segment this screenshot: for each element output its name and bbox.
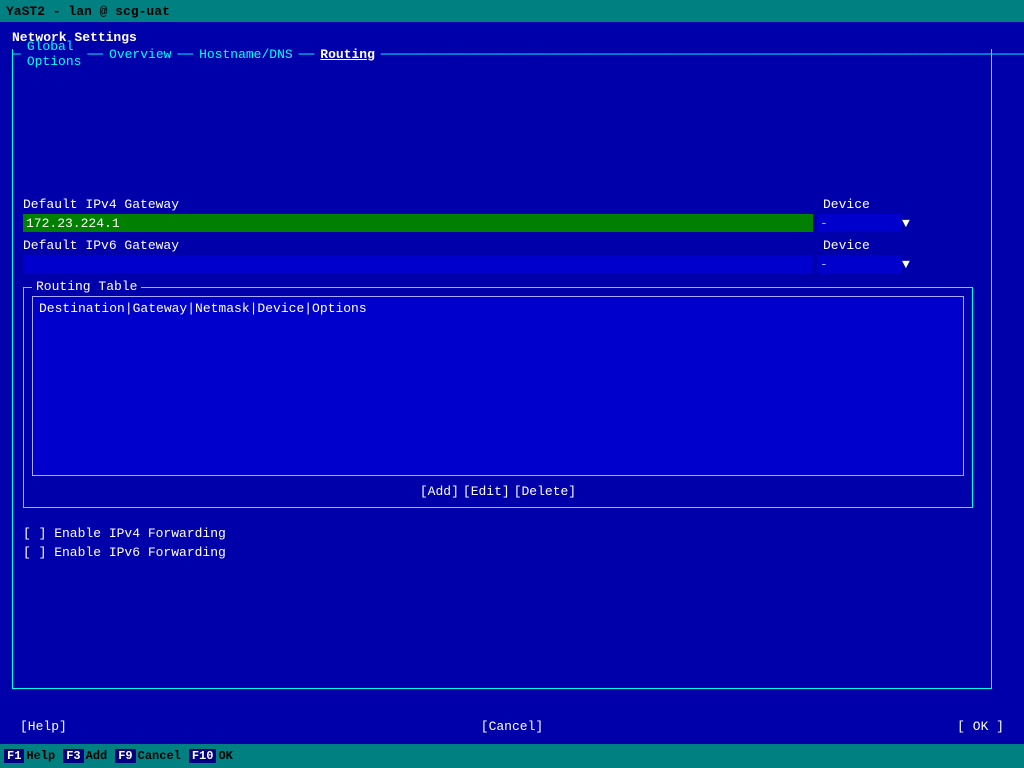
ipv6-device-label: Device bbox=[823, 238, 870, 253]
fkey-f3[interactable]: F3 Add bbox=[63, 749, 107, 763]
main-content: Network Settings ─ Global Options ── Ove… bbox=[0, 22, 1024, 697]
forwarding-section: [ ] Enable IPv4 Forwarding [ ] Enable IP… bbox=[23, 526, 981, 560]
ipv4-gateway-input[interactable] bbox=[23, 214, 813, 232]
ipv6-gateway-input[interactable] bbox=[23, 255, 813, 273]
tab-global-options[interactable]: Global Options bbox=[21, 39, 88, 69]
fkey-f1[interactable]: F1 Help bbox=[4, 749, 55, 763]
help-button[interactable]: [Help] bbox=[20, 719, 67, 734]
ipv4-forwarding-label: [ ] Enable IPv4 Forwarding bbox=[23, 526, 226, 541]
routing-table-inner[interactable]: Destination|Gateway|Netmask|Device|Optio… bbox=[32, 296, 964, 476]
routing-table-header: Destination|Gateway|Netmask|Device|Optio… bbox=[39, 301, 957, 316]
fkey-f9-label: Cancel bbox=[138, 749, 181, 763]
dash-3: ── bbox=[299, 47, 315, 62]
bottom-bar: [Help] [Cancel] [ OK ] bbox=[0, 715, 1024, 738]
dash-1: ── bbox=[87, 47, 103, 62]
tabs-area: ─ Global Options ── Overview ── Hostname… bbox=[12, 49, 992, 689]
ipv6-section: Default IPv6 Gateway Device - ▼ bbox=[23, 238, 981, 273]
ipv4-row: - ▼ bbox=[23, 214, 981, 232]
title-bar: YaST2 - lan @ scg-uat bbox=[0, 0, 1024, 22]
fkey-f1-label: Help bbox=[26, 749, 55, 763]
ipv4-device-arrow: ▼ bbox=[902, 216, 910, 231]
ipv6-device-select[interactable]: - bbox=[817, 255, 902, 273]
ipv6-row: - ▼ bbox=[23, 255, 981, 273]
fkey-f10-num: F10 bbox=[189, 749, 217, 763]
fkey-f10[interactable]: F10 OK bbox=[189, 749, 233, 763]
dash-4: ────────────────────────────────────────… bbox=[381, 47, 1024, 62]
routing-table-buttons: [Add] [Edit] [Delete] bbox=[32, 484, 964, 499]
dash-2: ── bbox=[177, 47, 193, 62]
ipv6-label-row: Default IPv6 Gateway Device bbox=[23, 238, 981, 253]
ipv4-device-label: Device bbox=[823, 197, 870, 212]
fkey-f10-label: OK bbox=[218, 749, 232, 763]
ipv4-forwarding-item[interactable]: [ ] Enable IPv4 Forwarding bbox=[23, 526, 981, 541]
ipv6-device-arrow: ▼ bbox=[902, 257, 910, 272]
fkey-f3-label: Add bbox=[86, 749, 108, 763]
tabs-header: ─ Global Options ── Overview ── Hostname… bbox=[13, 39, 1024, 69]
ipv4-section: Default IPv4 Gateway Device bbox=[23, 197, 981, 212]
tab-overview[interactable]: Overview bbox=[103, 47, 177, 62]
fkey-f1-num: F1 bbox=[4, 749, 24, 763]
cancel-button[interactable]: [Cancel] bbox=[481, 719, 543, 734]
edit-button[interactable]: [Edit] bbox=[461, 484, 512, 499]
ok-button[interactable]: [ OK ] bbox=[957, 719, 1004, 734]
delete-button[interactable]: [Delete] bbox=[512, 484, 578, 499]
tab-hostname-dns[interactable]: Hostname/DNS bbox=[193, 47, 299, 62]
tab-routing[interactable]: Routing bbox=[314, 47, 381, 62]
routing-table-legend: Routing Table bbox=[32, 279, 141, 294]
fkey-f9[interactable]: F9 Cancel bbox=[115, 749, 181, 763]
title-text: YaST2 - lan @ scg-uat bbox=[6, 4, 170, 19]
fkey-f3-num: F3 bbox=[63, 749, 83, 763]
ipv6-forwarding-label: [ ] Enable IPv6 Forwarding bbox=[23, 545, 226, 560]
routing-table-section: Routing Table Destination|Gateway|Netmas… bbox=[23, 287, 973, 508]
fkey-bar: F1 Help F3 Add F9 Cancel F10 OK bbox=[0, 744, 1024, 768]
dash-left: ─ bbox=[13, 47, 21, 62]
fkey-f9-num: F9 bbox=[115, 749, 135, 763]
ipv6-gateway-label: Default IPv6 Gateway bbox=[23, 238, 823, 253]
ipv4-gateway-label: Default IPv4 Gateway bbox=[23, 197, 823, 212]
ipv6-forwarding-item[interactable]: [ ] Enable IPv6 Forwarding bbox=[23, 545, 981, 560]
ipv4-device-select[interactable]: - bbox=[817, 214, 902, 232]
add-button[interactable]: [Add] bbox=[418, 484, 461, 499]
